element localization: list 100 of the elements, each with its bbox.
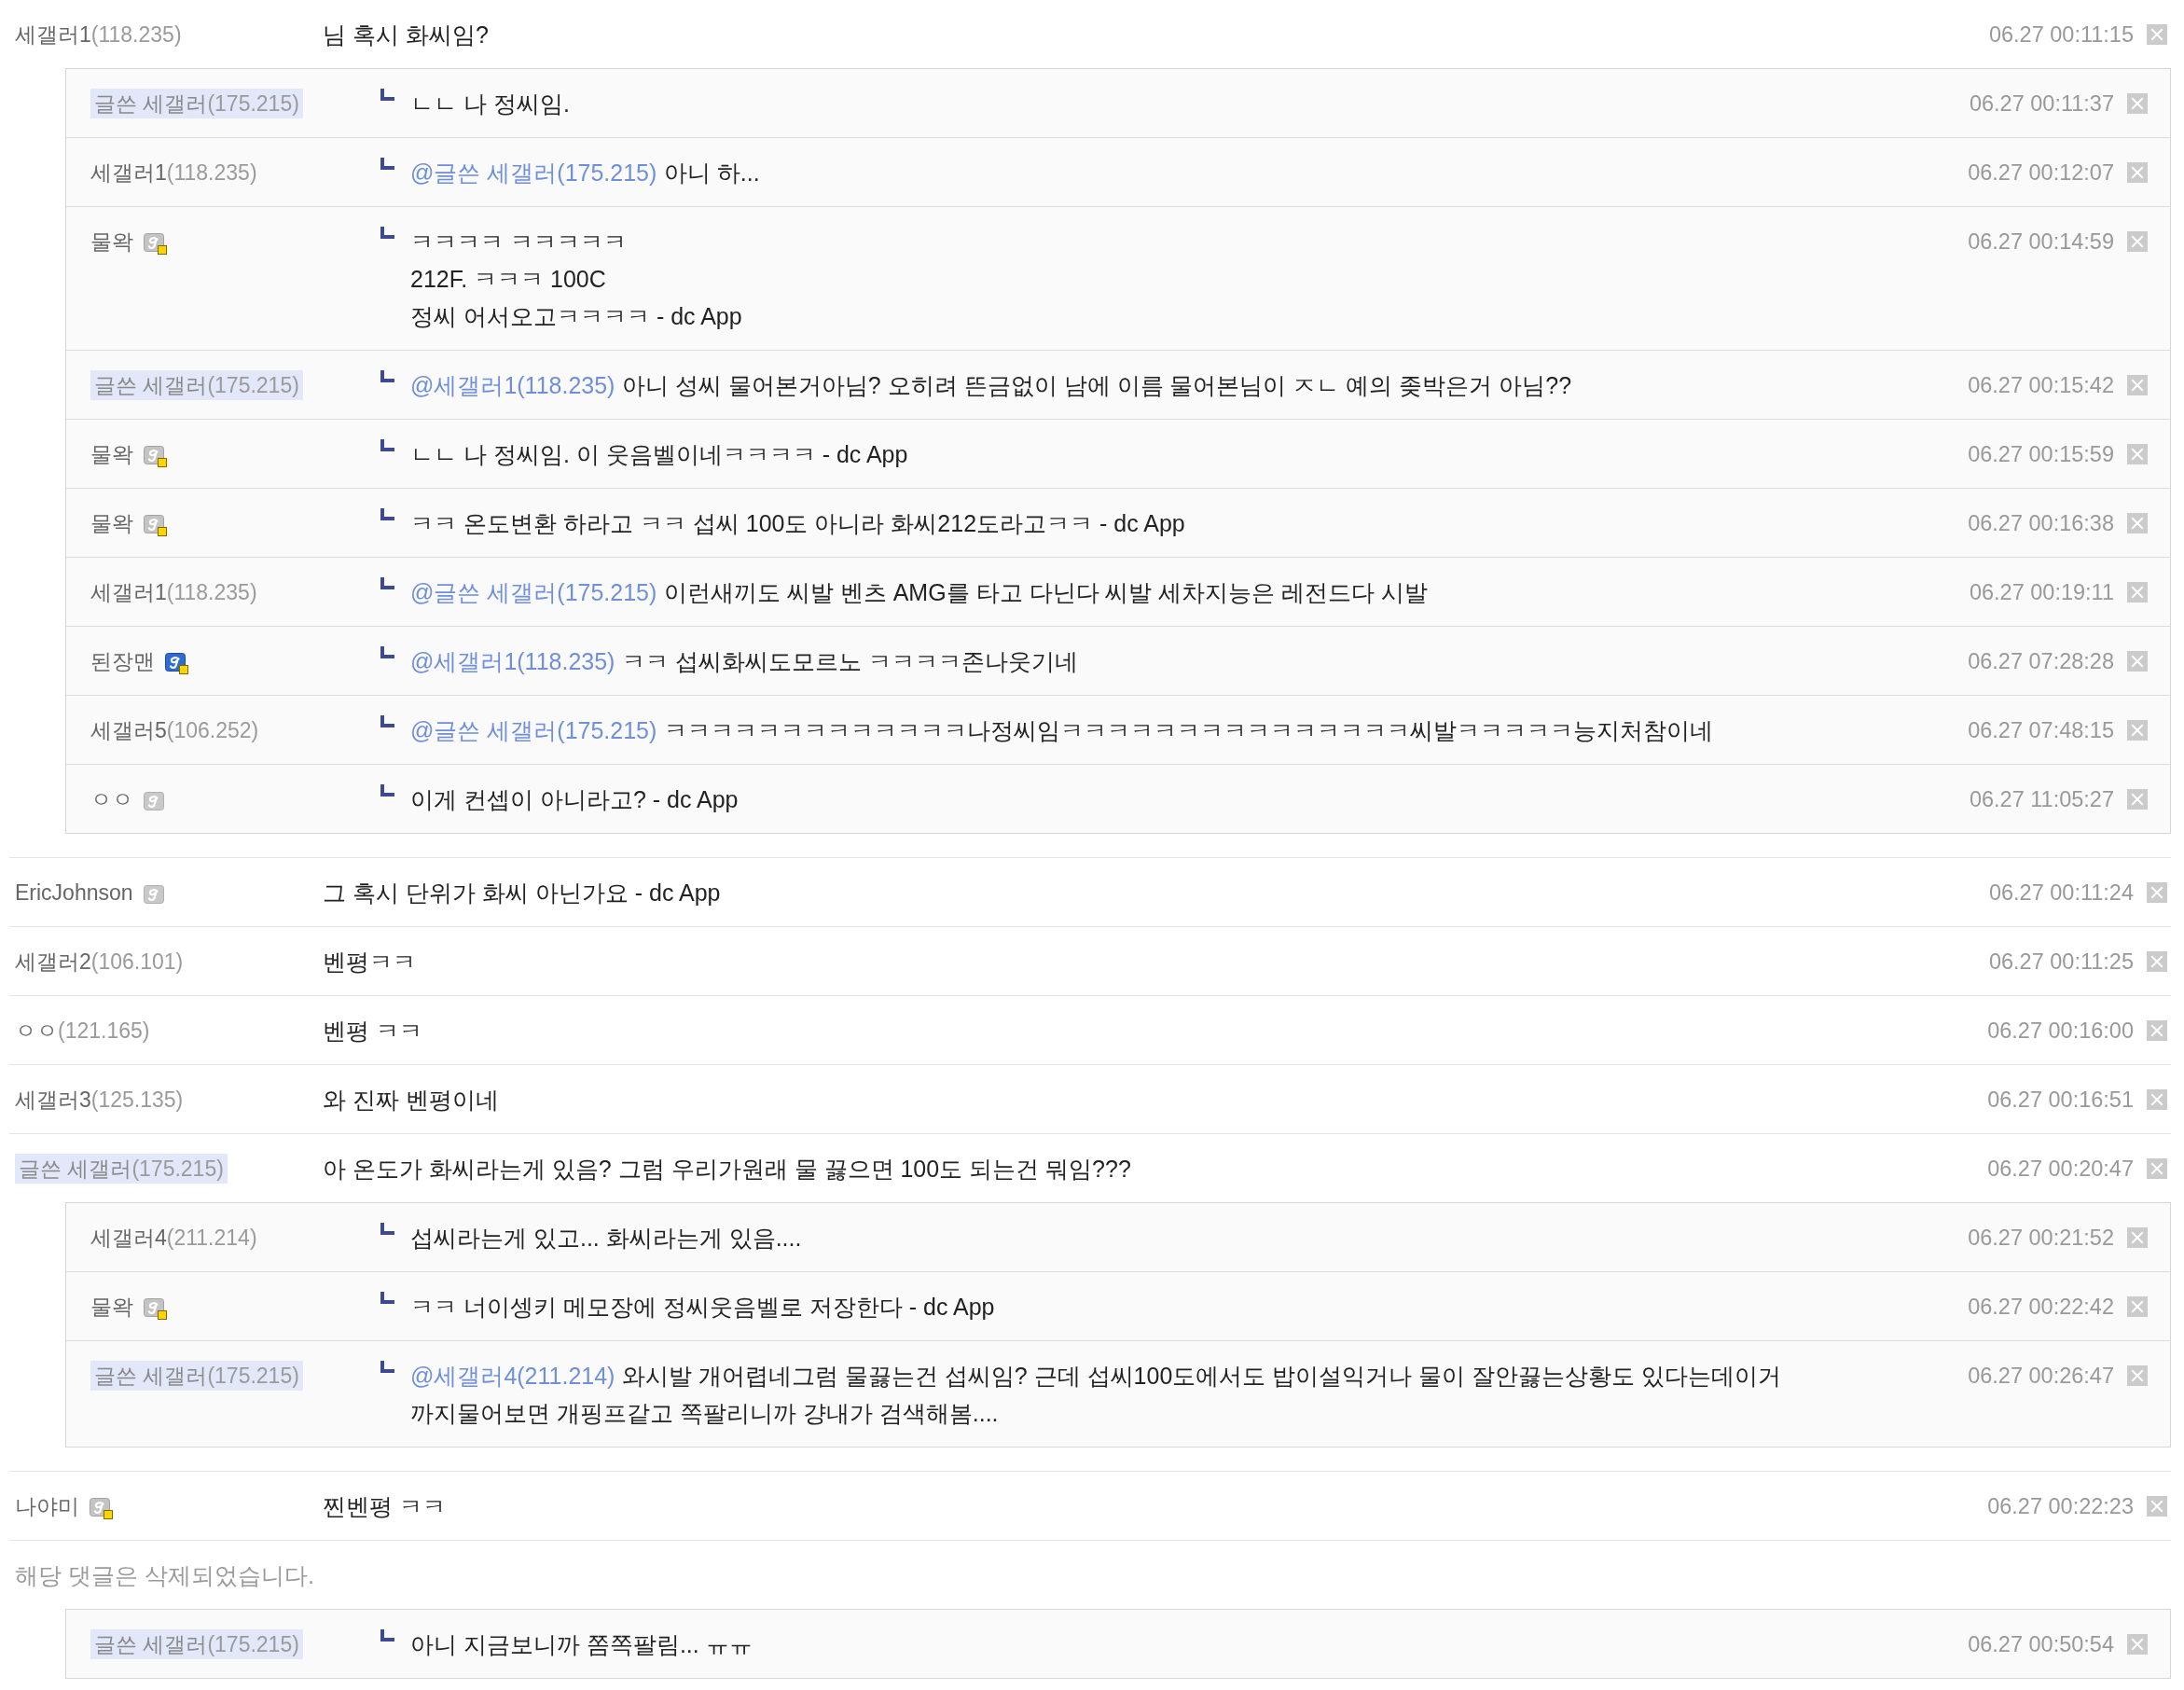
comment-time: 06.27 00:16:38 [1968,510,2114,537]
comment-text: 벤평 ㅋㅋ [323,1017,423,1046]
comment-text: @세갤러4(211.214) 와시발 개어렵네그럼 물끓는건 섭씨임? 근데 섭씨100도에서도 밥이설익거나 물이 잘안끓는상황도 있다는데이거 까지물어보면 개핑프같고 쪽팔리니까 걍내가 검색해봄.... [410,1362,1783,1428]
comment-time: 06.27 00:20:47 [1987,1156,2134,1183]
close-icon [2127,375,2148,395]
mention-link[interactable]: @글쓴 세갤러(175.215) [410,717,657,743]
comment-text: ㄴㄴ 나 정씨임. [410,90,571,118]
comment-time: 06.27 00:16:00 [1987,1018,2134,1045]
user-nickname: 글쓴 세갤러 [94,1631,208,1658]
comment-text: 아니 지금보니까 쫌쪽팔림... ㅠㅠ [410,1630,753,1659]
close-icon [2127,651,2148,672]
user-badge-icon [144,1297,167,1320]
comment-time: 06.27 00:16:51 [1987,1087,2134,1114]
close-icon [2127,789,2148,810]
user-nickname: ㅇㅇ [90,786,133,813]
user-nickname: 세갤러1 [90,579,167,606]
comment-time: 06.27 11:05:27 [1969,786,2114,813]
comment-time: 06.27 00:12:07 [1968,159,2114,187]
user-nickname: ㅇㅇ [15,1018,58,1045]
reply-icon [380,1223,394,1235]
comment-text: @글쓴 세갤러(175.215) 아니 하... [410,159,761,187]
close-icon [2127,1296,2148,1317]
ip-address: (118.235) [90,21,182,48]
ip-address: (175.215) [207,90,299,118]
close-icon [2127,93,2148,114]
mention-link[interactable]: @글쓴 세갤러(175.215) [410,579,657,605]
mention-link[interactable]: @글쓴 세갤러(175.215) [410,159,657,186]
ip-address: (211.214) [166,1225,257,1252]
user-nickname: 글쓴 세갤러 [94,372,208,399]
reply-icon [380,227,394,239]
user-nickname: 물왁 [90,441,133,468]
user-badge-icon [143,885,164,904]
comment-time: 06.27 00:22:42 [1968,1294,2114,1321]
comment-text: 님 혹시 화씨임? [323,21,490,49]
mention-link[interactable]: @세갤러1(118.235) [410,648,615,674]
close-icon [2127,513,2148,533]
ip-address: (125.135) [90,1087,184,1114]
close-icon [2127,1634,2148,1655]
ip-address: (106.252) [166,717,259,744]
ip-address: (175.215) [131,1156,224,1183]
comment-text: @글쓴 세갤러(175.215) ㅋㅋㅋㅋㅋㅋㅋㅋㅋㅋㅋㅋㅋ나정씨임ㅋㅋㅋㅋㅋㅋㅋㅋㅋㅋㅋㅋㅋㅋㅋ씨발ㅋㅋㅋㅋㅋ능지처참이네 [410,716,1714,745]
close-icon [2147,1020,2167,1041]
user-badge-icon [165,652,188,674]
user-badge-icon [90,1497,113,1519]
user-badge-icon [144,445,167,467]
comment-time: 06.27 07:28:28 [1968,648,2114,675]
comment-text: 와 진짜 벤평이네 [323,1086,500,1115]
close-icon [2147,1158,2167,1179]
close-icon [2127,720,2148,741]
comment-time: 06.27 00:11:15 [1988,21,2134,48]
close-icon [2127,1227,2148,1248]
reply-icon [380,1361,394,1373]
user-nickname: 세갤러3 [15,1087,91,1114]
comment-time: 06.27 00:26:47 [1968,1363,2114,1390]
reply-icon [380,1292,394,1304]
comment-time: 06.27 00:15:59 [1968,441,2114,468]
reply-icon [380,715,394,727]
comment-text: ㄴㄴ 나 정씨임. 이 웃음벨이네ㅋㅋㅋㅋ - dc App [410,440,909,469]
comment-time: 06.27 00:19:11 [1969,579,2114,606]
ip-address: (106.101) [90,949,184,976]
user-nickname: 세갤러2 [15,949,91,976]
reply-icon [380,439,394,451]
user-nickname: 된장맨 [90,648,155,675]
comment-time: 06.27 00:11:25 [1988,949,2134,976]
user-nickname: 세갤러4 [90,1225,167,1252]
comment-text: @세갤러1(118.235) 아니 성씨 물어본거아님? 오히려 뜬금없이 남에 이름 물어본님이 ㅈㄴ 예의 좆박은거 아님?? [410,371,1573,400]
close-icon [2127,231,2148,252]
ip-address: (175.215) [207,372,299,399]
ip-address: (118.235) [166,159,257,187]
deleted-notice: 해당 댓글은 삭제되었습니다. [15,1561,315,1590]
user-nickname: 세갤러5 [90,717,167,744]
mention-link[interactable]: @세갤러4(211.214) [410,1363,615,1389]
ip-address: (175.215) [207,1631,299,1658]
close-icon [2147,1089,2167,1110]
comment-time: 06.27 07:48:15 [1968,717,2114,744]
comment-time: 06.27 00:11:24 [1988,880,2134,907]
close-icon [2147,882,2167,903]
reply-icon [380,646,394,658]
comment-text: 그 혹시 단위가 화씨 아닌가요 - dc App [323,879,722,907]
comment-text: @글쓴 세갤러(175.215) 이런새끼도 씨발 벤츠 AMG를 타고 다닌다 씨발 세차지능은 레전드다 시발 [410,578,1430,607]
user-badge-icon [144,514,167,536]
user-nickname: 글쓴 세갤러 [94,90,208,118]
mention-link[interactable]: @세갤러1(118.235) [410,372,615,398]
close-icon [2127,1365,2148,1386]
user-nickname: 글쓴 세갤러 [19,1156,132,1183]
reply-icon [380,158,394,170]
comment-text: 찐벤평 ㅋㅋ [323,1492,447,1521]
user-nickname: 글쓴 세갤러 [94,1363,208,1390]
user-nickname: 세갤러1 [15,21,91,48]
ip-address: (121.165) [58,1018,150,1045]
comment-time: 06.27 00:21:52 [1968,1225,2114,1252]
comment-text: ㅋㅋ 온도변환 하라고 ㅋㅋ 섭씨 100도 아니라 화씨212도라고ㅋㅋ - dc App [410,509,1186,538]
user-nickname: 물왁 [90,1294,133,1321]
ip-address: (175.215) [207,1363,299,1390]
comment-time: 06.27 00:50:54 [1968,1631,2114,1658]
user-badge-icon [144,792,164,810]
reply-icon [380,370,394,382]
reply-icon [380,508,394,520]
close-icon [2127,444,2148,464]
close-icon [2127,162,2148,183]
